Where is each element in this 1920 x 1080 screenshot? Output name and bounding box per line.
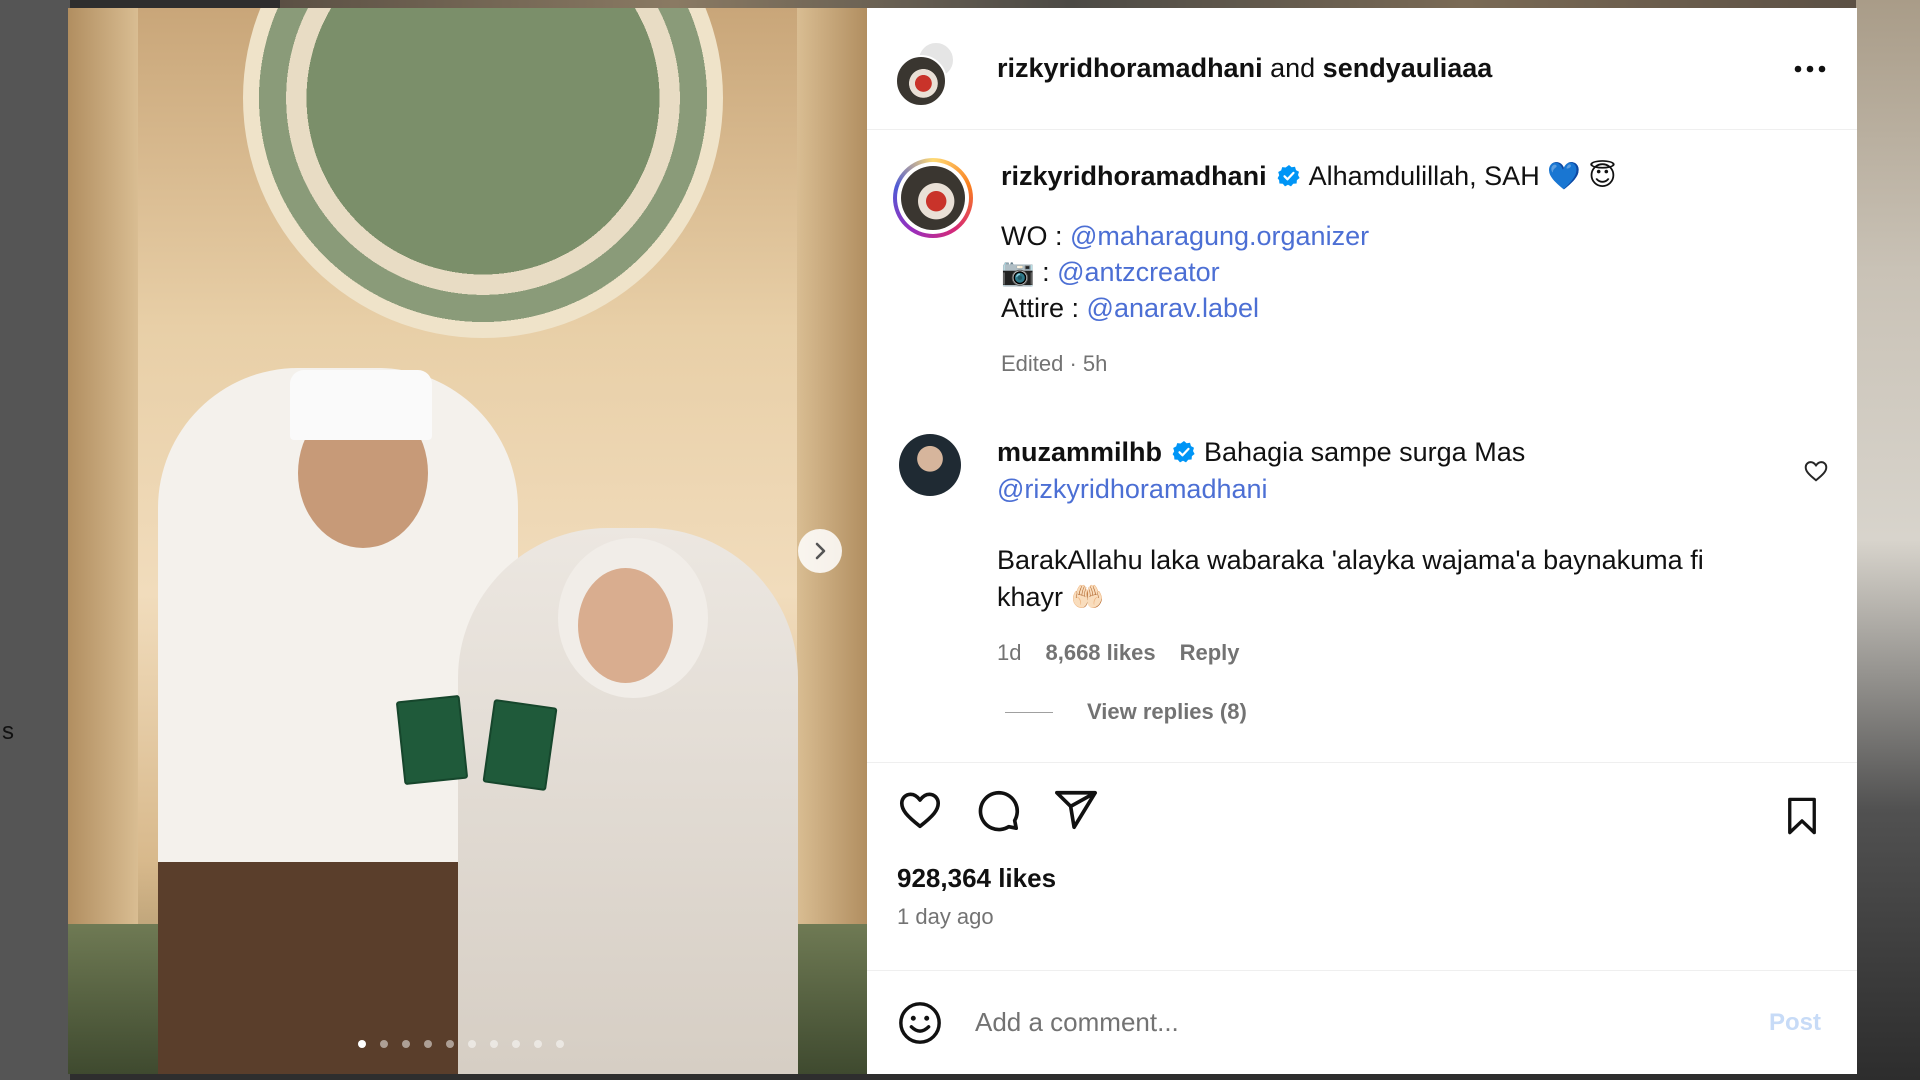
post-image xyxy=(68,8,867,1074)
comment-likes[interactable]: 8,668 likes xyxy=(1045,634,1155,671)
image-calligraphy-medallion xyxy=(243,8,723,338)
image-groom-cap xyxy=(290,370,432,440)
more-options-button[interactable] xyxy=(1787,64,1833,74)
image-pillar-left xyxy=(68,8,138,1074)
comment-meta: 1d 8,668 likes Reply xyxy=(997,634,1829,671)
image-marriage-book-1 xyxy=(395,694,469,786)
carousel-dot xyxy=(556,1040,564,1048)
emoji-picker-button[interactable] xyxy=(897,1000,943,1046)
comment-mention-link[interactable]: @rizkyridhoramadhani xyxy=(997,474,1268,504)
carousel-dot xyxy=(358,1040,366,1048)
avatar[interactable] xyxy=(899,434,961,496)
comment-item: muzammilhb Bahagia sampe surga Mas @rizky… xyxy=(899,434,1829,671)
more-horizontal-icon xyxy=(1794,65,1826,72)
avatar[interactable] xyxy=(895,54,947,107)
caption-username-link[interactable]: rizkyridhoramadhani xyxy=(1001,161,1267,191)
caption-text: rizkyridhoramadhani Alhamdulillah, SAH 💙 … xyxy=(1001,158,1616,382)
post-comment-button[interactable]: Post xyxy=(1763,1008,1827,1038)
mention-link[interactable]: @maharagung.organizer xyxy=(1070,221,1369,251)
background-side-image xyxy=(1856,0,1920,1080)
carousel-next-button[interactable] xyxy=(798,529,842,573)
author-username-link[interactable]: rizkyridhoramadhani xyxy=(997,53,1263,83)
post-modal: rizkyridhoramadhani and sendyauliaaa riz… xyxy=(68,8,1857,1074)
carousel-dot xyxy=(380,1040,388,1048)
smiley-face-icon xyxy=(899,1001,941,1044)
comment-username-link[interactable]: muzammilhb xyxy=(997,437,1162,467)
caption-credit-line: Attire : @anarav.label xyxy=(1001,290,1616,326)
action-icon-row xyxy=(897,787,1827,833)
comment-text: Bahagia sampe surga Mas xyxy=(1204,437,1526,467)
heart-icon xyxy=(899,792,941,829)
image-bride-face xyxy=(578,568,673,683)
post-caption: rizkyridhoramadhani Alhamdulillah, SAH 💙 … xyxy=(893,158,1616,382)
caption-edited-time: Edited · 5h xyxy=(1001,351,1108,376)
carousel-dot xyxy=(490,1040,498,1048)
post-header: rizkyridhoramadhani and sendyauliaaa xyxy=(867,8,1857,130)
carousel-dot xyxy=(402,1040,410,1048)
comment-body: muzammilhb Bahagia sampe surga Mas @rizky… xyxy=(997,434,1829,671)
comment-input[interactable] xyxy=(973,1006,1763,1039)
credit-prefix: WO : xyxy=(1001,221,1070,251)
caption-credit-line: WO : @maharagung.organizer xyxy=(1001,218,1616,254)
caption-credit-line: 📷 : @antzcreator xyxy=(1001,254,1616,290)
comment-emoji: 🤲🏻 xyxy=(1070,582,1105,612)
post-timestamp[interactable]: 1 day ago xyxy=(897,904,1827,930)
carousel-dot xyxy=(446,1040,454,1048)
bookmark-icon xyxy=(1788,797,1816,835)
credit-prefix: Attire : xyxy=(1001,293,1087,323)
share-button[interactable] xyxy=(1053,787,1099,833)
view-replies-button[interactable]: View replies (8) xyxy=(1005,699,1247,725)
avatar xyxy=(901,166,965,230)
mention-link[interactable]: @anarav.label xyxy=(1087,293,1260,323)
post-author-names: rizkyridhoramadhani and sendyauliaaa xyxy=(997,53,1787,84)
comment-age: 1d xyxy=(997,640,1022,665)
chevron-right-icon xyxy=(815,542,826,560)
author-joiner-text: and xyxy=(1270,53,1316,83)
comment-text-2: BarakAllahu laka wabaraka 'alayka wajama… xyxy=(997,542,1757,616)
comment-button[interactable] xyxy=(975,787,1021,833)
reply-button[interactable]: Reply xyxy=(1180,634,1240,671)
comments-section[interactable]: rizkyridhoramadhani Alhamdulillah, SAH 💙 … xyxy=(867,130,1857,762)
send-paper-plane-icon xyxy=(1055,790,1097,830)
carousel-dot xyxy=(424,1040,432,1048)
story-ring-avatar[interactable] xyxy=(893,158,973,238)
comment-first-line: muzammilhb Bahagia sampe surga Mas xyxy=(997,434,1829,471)
save-button[interactable] xyxy=(1781,793,1827,839)
carousel-dot xyxy=(512,1040,520,1048)
post-actions: 928,364 likes 1 day ago xyxy=(867,762,1857,970)
carousel-indicator xyxy=(358,1040,564,1048)
mention-link[interactable]: @antzcreator xyxy=(1057,257,1219,287)
verified-badge-icon xyxy=(1172,441,1195,463)
comment-like-heart-icon[interactable] xyxy=(1803,458,1829,484)
comment-bubble-icon xyxy=(978,790,1020,832)
background-edge-text: s xyxy=(2,718,14,745)
caption-emoji: 💙 😇 xyxy=(1547,161,1617,191)
carousel-dot xyxy=(534,1040,542,1048)
post-likes-count[interactable]: 928,364 likes xyxy=(897,863,1827,894)
view-replies-label: View replies (8) xyxy=(1087,699,1247,724)
image-marriage-book-2 xyxy=(482,698,558,792)
add-comment-bar: Post xyxy=(867,970,1857,1074)
credit-prefix: 📷 : xyxy=(1001,257,1058,287)
caption-main-text: Alhamdulillah, SAH xyxy=(1308,161,1540,191)
like-button[interactable] xyxy=(897,787,943,833)
collaborator-username-link[interactable]: sendyauliaaa xyxy=(1323,53,1493,83)
replies-divider-line xyxy=(1005,711,1053,713)
post-details-panel: rizkyridhoramadhani and sendyauliaaa riz… xyxy=(867,8,1857,1074)
carousel-dot xyxy=(468,1040,476,1048)
background-feed-strip xyxy=(280,0,1860,8)
collab-avatars[interactable] xyxy=(895,40,965,107)
verified-badge-icon xyxy=(1277,165,1300,187)
